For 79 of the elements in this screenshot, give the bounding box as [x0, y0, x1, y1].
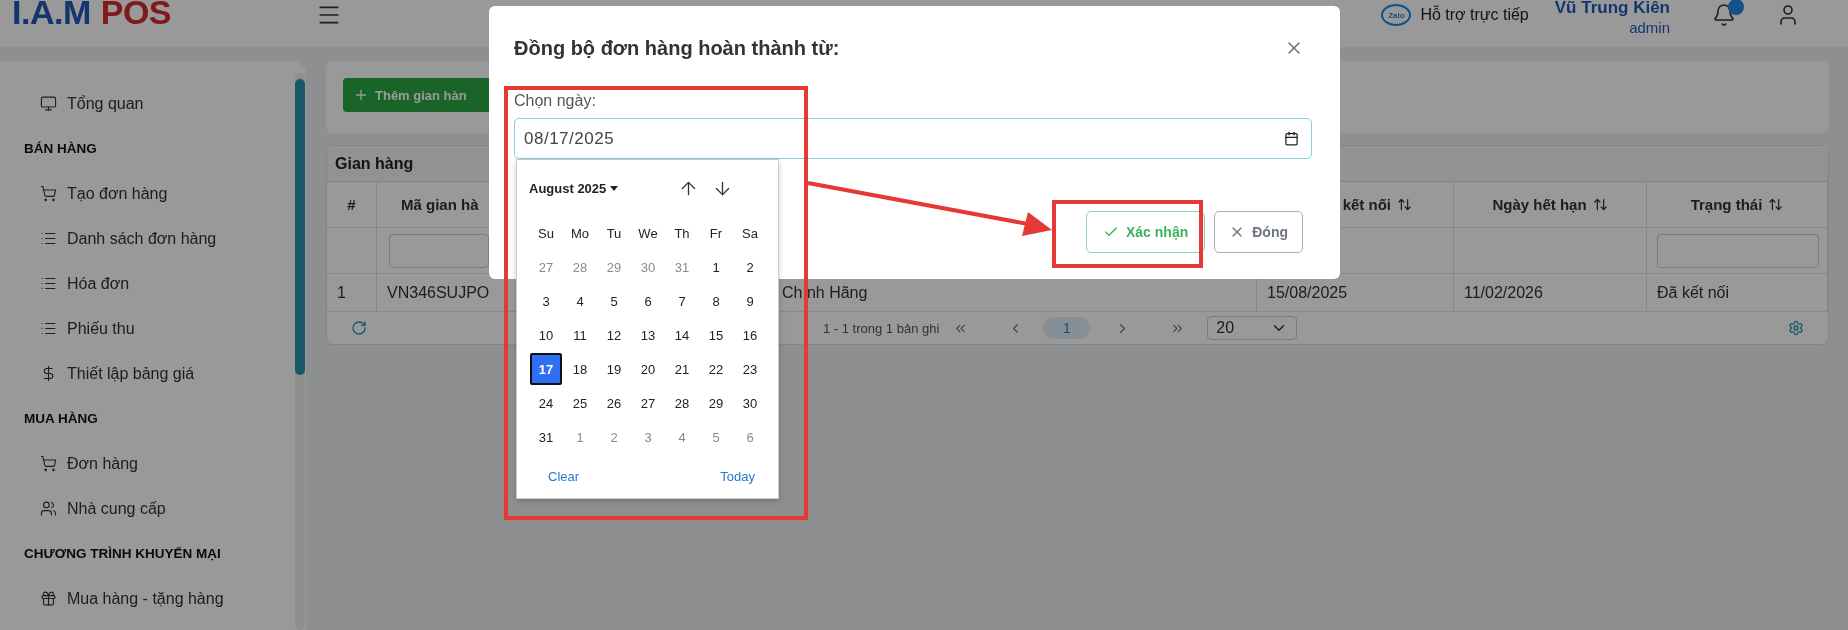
menu-item-icon — [40, 590, 57, 607]
logo: I.A.M POS — [12, 0, 172, 32]
calendar-day[interactable]: 28 — [666, 387, 698, 419]
sidebar-item[interactable]: Nhà cung cấp — [0, 486, 295, 531]
sort-icon[interactable] — [1397, 197, 1412, 212]
calendar-day[interactable]: 20 — [632, 353, 664, 385]
table-cell: Đã kết nối — [1647, 274, 1828, 312]
calendar-day[interactable]: 30 — [734, 387, 766, 419]
table-cell: 1 — [327, 274, 377, 312]
sidebar-item[interactable]: Danh sách đơn hàng — [0, 216, 295, 261]
calendar-day[interactable]: 18 — [564, 353, 596, 385]
pagination-info: 1 - 1 trong 1 bản ghi — [823, 320, 940, 336]
calendar-day[interactable]: 17 — [530, 353, 562, 385]
sidebar-item[interactable]: Tạo đơn hàng — [0, 171, 295, 216]
calendar-day[interactable]: 27 — [632, 387, 664, 419]
sidebar-heading: CHƯƠNG TRÌNH KHUYẾN MẠI — [23, 545, 222, 563]
calendar-day[interactable]: 31 — [530, 421, 562, 453]
close-button[interactable]: Đóng — [1214, 211, 1303, 253]
filter-field[interactable] — [1657, 233, 1819, 268]
calendar-day[interactable]: 1 — [564, 421, 596, 453]
calendar-day[interactable]: 4 — [666, 421, 698, 453]
sidebar-item[interactable]: Phiếu thu — [0, 306, 295, 351]
column-header[interactable]: Ngày hết hạn — [1454, 182, 1647, 228]
sidebar-item[interactable]: Tổng quan — [0, 81, 295, 126]
menu-item-icon — [40, 185, 57, 202]
refresh-icon[interactable] — [351, 320, 367, 336]
calendar-day[interactable]: 6 — [734, 421, 766, 453]
menu-item-icon — [40, 95, 57, 112]
calendar-day[interactable]: 12 — [598, 319, 630, 351]
sidebar-item[interactable]: Đơn hàng — [0, 441, 295, 486]
calendar-day[interactable]: 29 — [700, 387, 732, 419]
bell-icon[interactable] — [1712, 3, 1736, 27]
table-cell: 11/02/2026 — [1454, 274, 1647, 312]
month-selector[interactable]: August 2025 — [529, 180, 619, 196]
calendar-day[interactable]: 11 — [564, 319, 596, 351]
calendar-day[interactable]: 22 — [700, 353, 732, 385]
field-label: Chọn ngày: — [514, 91, 596, 111]
sidebar-item[interactable]: Mua hàng - tặng hàng — [0, 576, 295, 621]
menu-item-icon — [40, 455, 57, 472]
today-link[interactable]: Today — [720, 468, 755, 484]
sidebar-heading: BÁN HÀNG — [23, 140, 98, 158]
support-link[interactable]: Hỗ trợ trực tiếp — [1420, 6, 1529, 24]
menu-item-icon — [40, 320, 57, 337]
column-header[interactable]: Trạng thái — [1647, 182, 1828, 228]
user-name: Vũ Trung Kiên — [1554, 0, 1670, 17]
sidebar-heading: MUA HÀNG — [23, 410, 99, 428]
calendar-day[interactable]: 14 — [666, 319, 698, 351]
calendar-day[interactable]: 13 — [632, 319, 664, 351]
calendar-day[interactable]: 25 — [564, 387, 596, 419]
calendar-day[interactable]: 16 — [734, 319, 766, 351]
sort-icon[interactable] — [1768, 197, 1784, 212]
calendar-day[interactable]: 5 — [700, 421, 732, 453]
calendar-day[interactable]: 21 — [666, 353, 698, 385]
calendar-day[interactable]: 10 — [530, 319, 562, 351]
sort-icon[interactable] — [1592, 197, 1608, 212]
calendar-day[interactable]: 15 — [700, 319, 732, 351]
menu-item-icon — [40, 500, 57, 517]
column-header: # — [327, 182, 377, 228]
calendar-day[interactable]: 26 — [598, 387, 630, 419]
calendar-day[interactable]: 23 — [734, 353, 766, 385]
plus-icon — [353, 87, 369, 103]
calendar-day[interactable]: 19 — [598, 353, 630, 385]
calendar-day[interactable]: 2 — [598, 421, 630, 453]
sidebar-item[interactable]: Thiết lập bảng giá — [0, 351, 295, 396]
calendar-day[interactable]: 3 — [632, 421, 664, 453]
menu-item-icon — [40, 230, 57, 247]
date-field[interactable]: 08/17/2025 — [514, 118, 1312, 159]
calendar-day[interactable]: 24 — [530, 387, 562, 419]
user-role: admin — [1629, 19, 1670, 37]
dialog-title: Đồng bộ đơn hàng hoàn thành từ: — [514, 36, 840, 60]
calendar-icon[interactable] — [1284, 131, 1299, 146]
menu-item-icon — [40, 275, 57, 292]
sidebar-item[interactable]: Hóa đơn — [0, 261, 295, 306]
clear-link[interactable]: Clear — [548, 468, 580, 484]
filter-field[interactable] — [389, 233, 489, 268]
scrollbar[interactable] — [295, 73, 305, 630]
page-size-select[interactable]: 20 — [1207, 316, 1298, 340]
notification-badge — [1728, 0, 1744, 15]
settings-icon[interactable] — [1788, 320, 1804, 336]
